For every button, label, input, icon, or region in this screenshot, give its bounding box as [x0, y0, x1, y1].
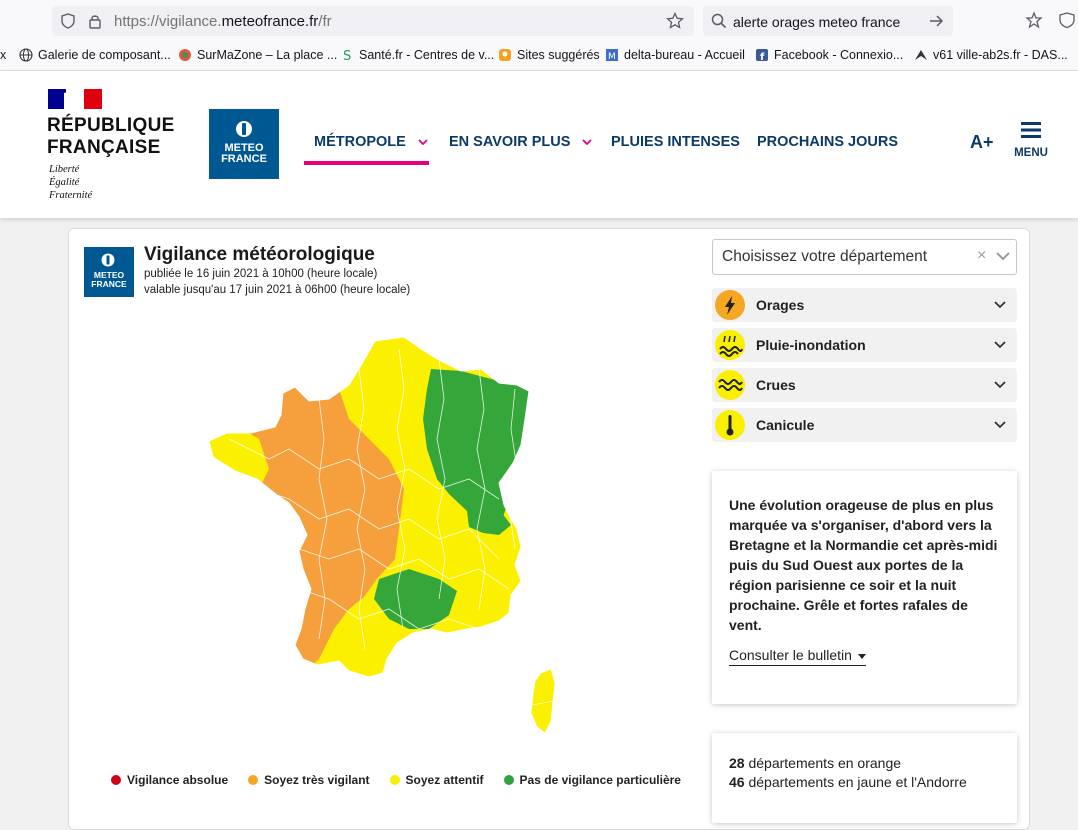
search-text[interactable]: alerte orages meteo france — [733, 14, 900, 30]
nav-en-savoir-plus[interactable]: EN SAVOIR PLUS — [449, 134, 593, 150]
legend-item-red: Vigilance absolue — [111, 773, 228, 787]
url-bar[interactable]: https://vigilance.meteofrance.fr/fr — [52, 6, 694, 36]
font-size-button[interactable]: A+ — [970, 132, 994, 153]
nav-pluies-intenses[interactable]: PLUIES INTENSES — [611, 134, 740, 150]
bookmark-item[interactable]: v61 ville-ab2s.fr - DAS... — [914, 48, 1068, 62]
legend-item-green: Pas de vigilance particulière — [503, 773, 681, 787]
flood-icon — [715, 330, 745, 360]
bookmark-item[interactable]: SurMaZone – La place ... — [178, 48, 337, 62]
surmazone-icon — [179, 49, 191, 61]
chevron-down-icon — [994, 301, 1006, 309]
yellow-dot-icon — [389, 775, 400, 785]
risk-orages[interactable]: Orages — [712, 288, 1017, 322]
risk-canicule[interactable]: Canicule — [712, 408, 1017, 442]
nav-active-underline — [304, 161, 429, 165]
vigilance-card: METEO FRANCE Vigilance météorologique pub… — [68, 228, 1030, 830]
bookmark-star-icon[interactable] — [666, 12, 684, 30]
meteo-france-emblem-icon — [236, 121, 252, 137]
site-header: RÉPUBLIQUE FRANÇAISE Liberté Égalité Fra… — [0, 71, 1078, 218]
storm-icon — [715, 290, 745, 320]
department-select[interactable]: Choisissez votre département × — [712, 239, 1017, 275]
shield-icon[interactable] — [60, 13, 76, 29]
shield-check-icon[interactable] — [1058, 11, 1076, 29]
marianne-flag-logo — [48, 89, 102, 109]
green-dot-icon — [503, 775, 514, 785]
yellow-count-row: 46 départements en jaune et l'Andorre — [729, 774, 967, 790]
lock-icon[interactable] — [88, 13, 102, 29]
meteo-france-logo[interactable]: METEO FRANCE — [209, 109, 279, 179]
stats-box: 28 départements en orange 46 département… — [712, 733, 1017, 823]
valid-until-date: valable jusqu'au 17 juin 2021 à 06h00 (h… — [144, 284, 411, 296]
card-meteo-france-logo: METEO FRANCE — [84, 247, 134, 297]
waves-icon — [715, 370, 745, 400]
sante-icon: S — [343, 49, 351, 62]
orange-count-row: 28 départements en orange — [729, 755, 902, 771]
chevron-down-icon[interactable] — [996, 252, 1010, 261]
globe-icon — [19, 48, 33, 62]
consult-bulletin-link[interactable]: Consulter le bulletin — [729, 647, 866, 666]
caret-down-icon — [857, 653, 866, 659]
bookmarks-bar: x Galerie de composant... SurMaZone – La… — [0, 40, 1078, 71]
bulletin-text: Une évolution orageuse de plus en plus m… — [729, 497, 998, 633]
svg-text:M: M — [608, 52, 616, 62]
map-legend: Vigilance absolue Soyez très vigilant So… — [111, 773, 681, 787]
ab2s-icon — [915, 50, 927, 60]
chevron-down-icon — [418, 139, 428, 146]
chevron-down-icon — [994, 381, 1006, 389]
risk-crues[interactable]: Crues — [712, 368, 1017, 402]
bookmark-item[interactable]: S Santé.fr - Centres de v... — [340, 48, 494, 62]
bulletin-box: Une évolution orageuse de plus en plus m… — [712, 471, 1017, 704]
meteo-france-emblem-icon — [101, 253, 115, 267]
chevron-down-icon — [582, 139, 593, 146]
arrow-right-icon[interactable] — [927, 12, 945, 30]
red-dot-icon — [111, 775, 121, 785]
department-select-placeholder: Choisissez votre département — [722, 248, 928, 265]
nav-prochains-jours[interactable]: PROCHAINS JOURS — [757, 134, 898, 150]
facebook-icon: f — [756, 49, 768, 62]
published-date: publiée le 16 juin 2021 à 10h00 (heure l… — [144, 268, 378, 280]
url-text[interactable]: https://vigilance.meteofrance.fr/fr — [114, 13, 332, 30]
thermometer-icon — [715, 410, 745, 440]
bookmark-item[interactable]: M delta-bureau - Accueil — [605, 48, 745, 62]
hamburger-icon — [1021, 122, 1041, 138]
chevron-down-icon — [994, 421, 1006, 429]
browser-toolbar: https://vigilance.meteofrance.fr/fr aler… — [0, 0, 1078, 40]
orange-dot-icon — [248, 775, 259, 785]
delta-icon: M — [606, 49, 618, 62]
search-icon — [711, 13, 727, 29]
republic-motto: Liberté Égalité Fraternité — [49, 164, 93, 201]
suggested-icon — [499, 49, 511, 61]
clear-icon[interactable]: × — [977, 247, 986, 265]
bookmark-item[interactable]: x — [0, 48, 6, 62]
risk-pluie-inondation[interactable]: Pluie-inondation — [712, 328, 1017, 362]
search-bar[interactable]: alerte orages meteo france — [703, 6, 953, 36]
svg-text:S: S — [343, 49, 351, 62]
bookmark-item[interactable]: f Facebook - Connexio... — [755, 48, 903, 62]
nav-metropole[interactable]: MÉTROPOLE — [314, 134, 428, 150]
page-title: Vigilance météorologique — [144, 244, 375, 265]
pocket-icon[interactable] — [1025, 11, 1043, 29]
bookmark-item[interactable]: Galerie de composant... — [19, 48, 171, 62]
svg-text:f: f — [760, 52, 765, 62]
menu-button[interactable]: MENU — [1012, 122, 1050, 159]
france-vigilance-map[interactable] — [199, 329, 569, 749]
chevron-down-icon — [994, 341, 1006, 349]
bookmark-item[interactable]: Sites suggérés — [498, 48, 600, 62]
legend-item-orange: Soyez très vigilant — [248, 773, 370, 787]
republique-francaise-title[interactable]: RÉPUBLIQUE FRANÇAISE — [47, 115, 175, 159]
legend-item-yellow: Soyez attentif — [389, 773, 484, 787]
